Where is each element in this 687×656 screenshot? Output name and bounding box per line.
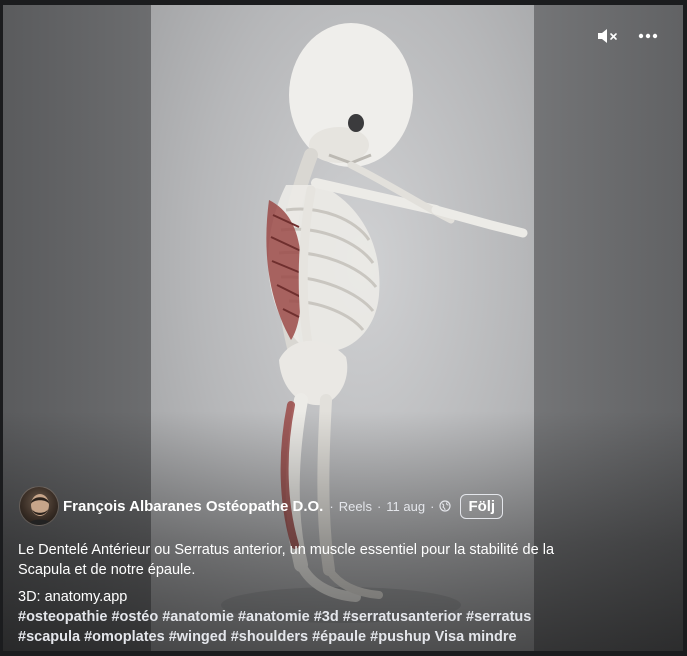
meta-separator: ·	[430, 498, 435, 514]
reel-player[interactable]: François Albaranes Ostéopathe D.O. · Ree…	[3, 5, 683, 651]
mute-button[interactable]	[595, 25, 621, 47]
caption-credit: 3D: anatomy.app	[18, 589, 128, 605]
author-row: François Albaranes Ostéopathe D.O. · Ree…	[19, 486, 504, 526]
see-less-link[interactable]: Visa mindre	[435, 629, 517, 645]
globe-icon	[439, 500, 452, 512]
more-options-button[interactable]	[635, 25, 661, 47]
profile-avatar-icon	[27, 494, 53, 525]
post-caption: Le Dentelé Antérieur ou Serratus anterio…	[18, 540, 588, 647]
avatar[interactable]	[19, 486, 59, 526]
meta-separator: ·	[376, 498, 382, 514]
post-date[interactable]: 11 aug	[386, 499, 425, 514]
post-meta: · Reels · 11 aug ·	[329, 498, 452, 514]
meta-separator: ·	[329, 498, 334, 514]
player-controls	[595, 25, 661, 47]
caption-text: Le Dentelé Antérieur ou Serratus anterio…	[18, 542, 555, 578]
source-link[interactable]: Reels	[339, 499, 372, 514]
follow-button[interactable]: Följ	[460, 493, 504, 519]
speaker-muted-icon	[598, 29, 617, 43]
more-horizontal-icon	[638, 33, 658, 39]
author-name[interactable]: François Albaranes Ostéopathe D.O.	[63, 498, 323, 515]
